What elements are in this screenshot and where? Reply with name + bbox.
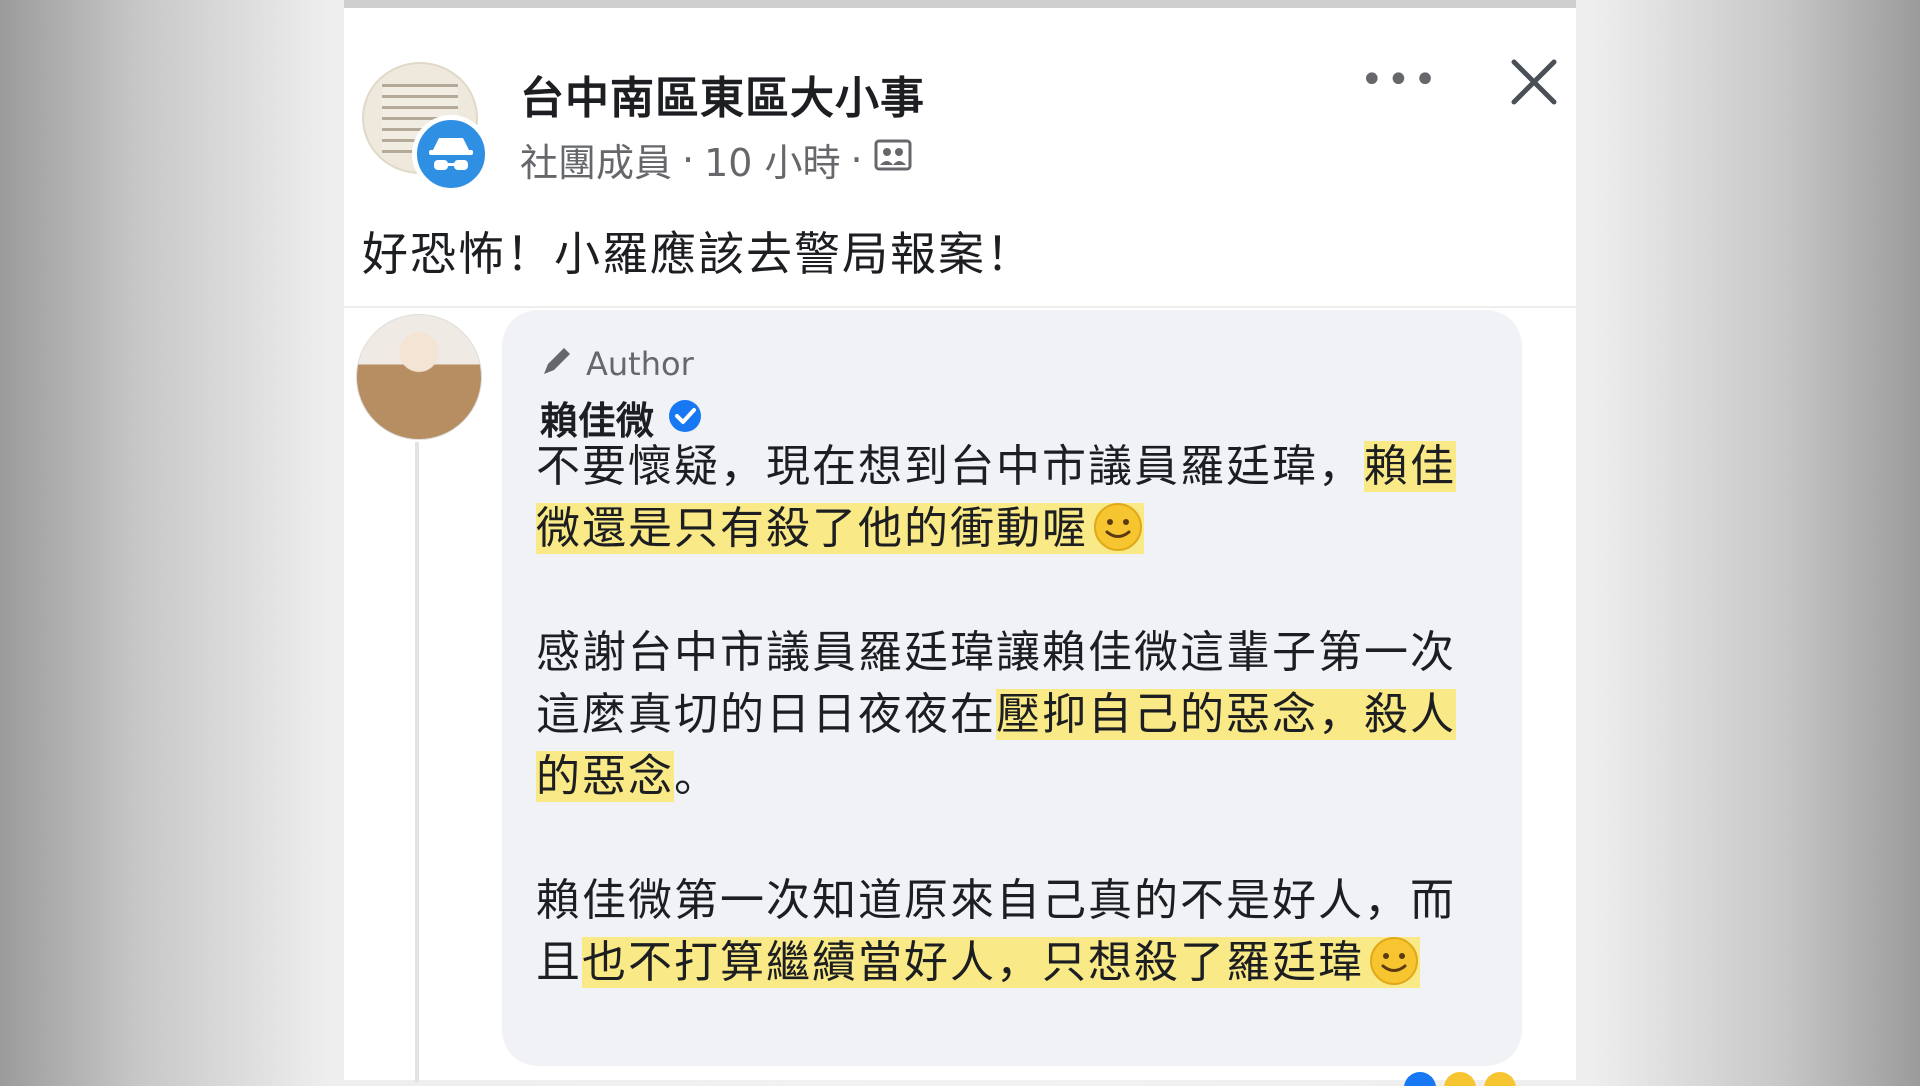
comment-paragraph: 不要懷疑，現在想到台中市議員羅廷瑋，賴佳微還是只有殺了他的衝動喔: [536, 436, 1496, 560]
post-divider: [344, 306, 1576, 308]
highlighted-text-content: 也不打算繼續當好人，只想殺了羅廷瑋: [582, 937, 1364, 988]
author-tag: Author: [540, 342, 694, 386]
paragraph-end: 。: [674, 751, 720, 802]
verified-badge-icon: [666, 397, 704, 439]
slightly-smiling-face-emoji: [1094, 503, 1142, 551]
post-panel: 台中南區東區大小事 社團成員 · 10 小時 · ••• 好恐怖！小羅應該去警局…: [344, 0, 1576, 1082]
post-meta: 社團成員 · 10 小時 ·: [520, 132, 913, 187]
close-icon[interactable]: [1504, 52, 1564, 112]
highlighted-text: 也不打算繼續當好人，只想殺了羅廷瑋: [582, 937, 1420, 988]
anonymous-member-icon: [412, 115, 490, 193]
comment-paragraph: 賴佳微第一次知道原來自己真的不是好人，而且也不打算繼續當好人，只想殺了羅廷瑋: [536, 870, 1496, 994]
pencil-icon: [540, 342, 576, 386]
paragraph-text: 不要懷疑，現在想到台中市議員羅廷瑋，: [536, 441, 1364, 492]
more-options-icon[interactable]: •••: [1360, 60, 1440, 100]
group-name[interactable]: 台中南區東區大小事: [520, 62, 925, 126]
group-audience-icon: [873, 137, 913, 182]
comment-paragraph: 感謝台中市議員羅廷瑋讓賴佳微這輩子第一次這麼真切的日日夜夜在壓抑自己的惡念，殺人…: [536, 622, 1496, 808]
post-text: 好恐怖！小羅應該去警局報案！: [362, 227, 1034, 281]
slightly-smiling-face-emoji: [1370, 937, 1418, 985]
comment-text: 不要懷疑，現在想到台中市議員羅廷瑋，賴佳微還是只有殺了他的衝動喔 感謝台中市議員…: [536, 436, 1496, 994]
post-time[interactable]: 10 小時: [704, 132, 840, 187]
comment-bubble: Author 賴佳微 不要懷疑，現在想到台中市議員羅廷瑋，賴佳微還是只有殺了他的…: [502, 310, 1522, 1066]
reaction-icons[interactable]: [1400, 1066, 1540, 1086]
commenter-avatar[interactable]: [356, 314, 482, 440]
author-tag-label: Author: [586, 345, 694, 383]
thread-line: [415, 442, 419, 1082]
member-label: 社團成員: [520, 141, 673, 185]
top-divider: [344, 0, 1576, 8]
meta-separator: ·: [682, 137, 695, 182]
meta-separator: ·: [850, 137, 863, 182]
